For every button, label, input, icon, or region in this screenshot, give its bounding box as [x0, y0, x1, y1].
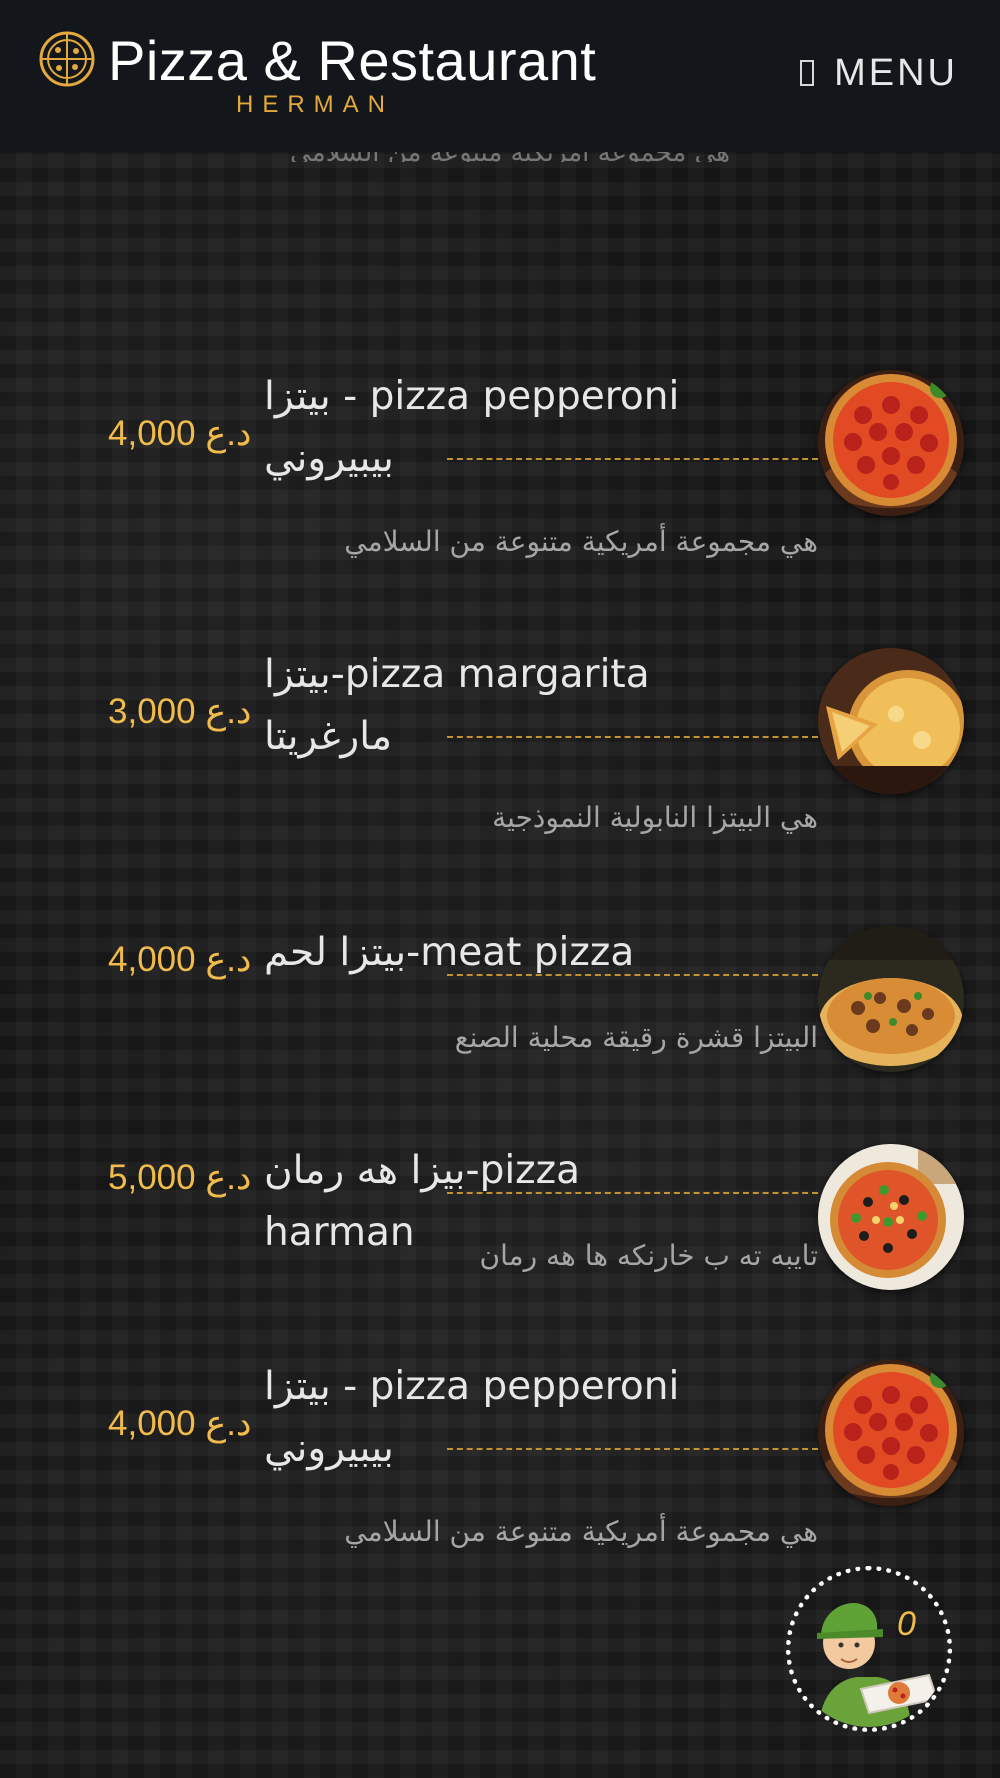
price-leader — [447, 974, 818, 976]
item-price: 4,000 د.ع — [108, 1404, 252, 1443]
price-leader — [447, 458, 818, 460]
item-price: 5,000 د.ع — [108, 1158, 252, 1197]
app-header: Pizza & Restaurant HERMAN MENU — [0, 0, 1000, 152]
item-description: هي مجموعة أمريكية متنوعة من السلامي — [344, 525, 818, 558]
brand-title[interactable]: Pizza & Restaurant — [108, 26, 596, 96]
harman-pizza-image[interactable] — [818, 1144, 964, 1290]
menu-button[interactable]: MENU — [800, 48, 958, 98]
item-description: تايبه ته ب خارنكه ها هه رمان — [479, 1239, 818, 1272]
item-name: بيتزا - pizza pepperoni بيبيروني — [264, 1364, 680, 1471]
price-leader — [447, 1192, 818, 1194]
item-description: البيتزا قشرة رقيقة محلية الصنع — [454, 1021, 818, 1054]
pizza-logo-icon[interactable] — [38, 30, 96, 88]
item-description: هي مجموعة أمريكية متنوعة من السلامي — [344, 1515, 818, 1548]
menu-label: MENU — [834, 51, 958, 94]
margarita-pizza-image[interactable] — [818, 648, 964, 794]
item-price: 4,000 د.ع — [108, 940, 252, 979]
price-leader — [447, 736, 818, 738]
item-price: 4,000 د.ع — [108, 414, 252, 453]
cart-count: 0 — [897, 1605, 916, 1643]
brand-subtitle: HERMAN — [236, 91, 395, 118]
item-name: بيتزا-pizza margarita مارغريتا — [264, 652, 650, 759]
item-price: 3,000 د.ع — [108, 692, 252, 731]
pepperoni-pizza-image[interactable] — [818, 370, 964, 516]
menu-icon — [800, 60, 815, 86]
cart-button[interactable]: 0 — [786, 1566, 952, 1732]
meat-pizza-image[interactable] — [818, 926, 964, 1072]
item-name: بيتزا - pizza pepperoni بيبيروني — [264, 374, 680, 481]
pepperoni-pizza-image[interactable] — [818, 1360, 964, 1506]
delivery-man-icon — [817, 1603, 939, 1727]
price-leader — [447, 1448, 818, 1450]
item-description: هي البيتزا النابولية النموذجية — [492, 801, 818, 834]
